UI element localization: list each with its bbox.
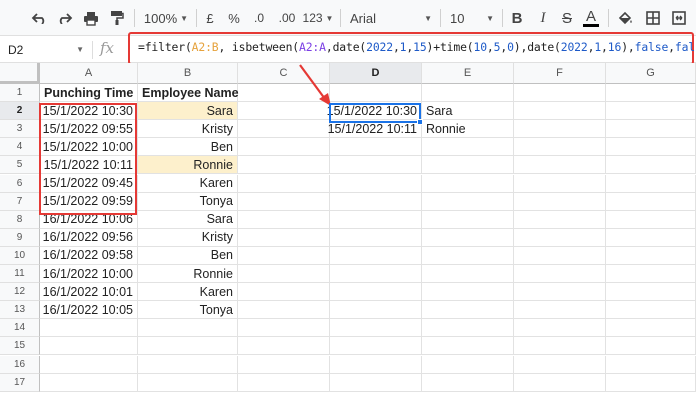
- fill-handle[interactable]: [417, 119, 423, 125]
- active-cell-selection[interactable]: [329, 103, 421, 123]
- annotation-arrow: [299, 64, 331, 106]
